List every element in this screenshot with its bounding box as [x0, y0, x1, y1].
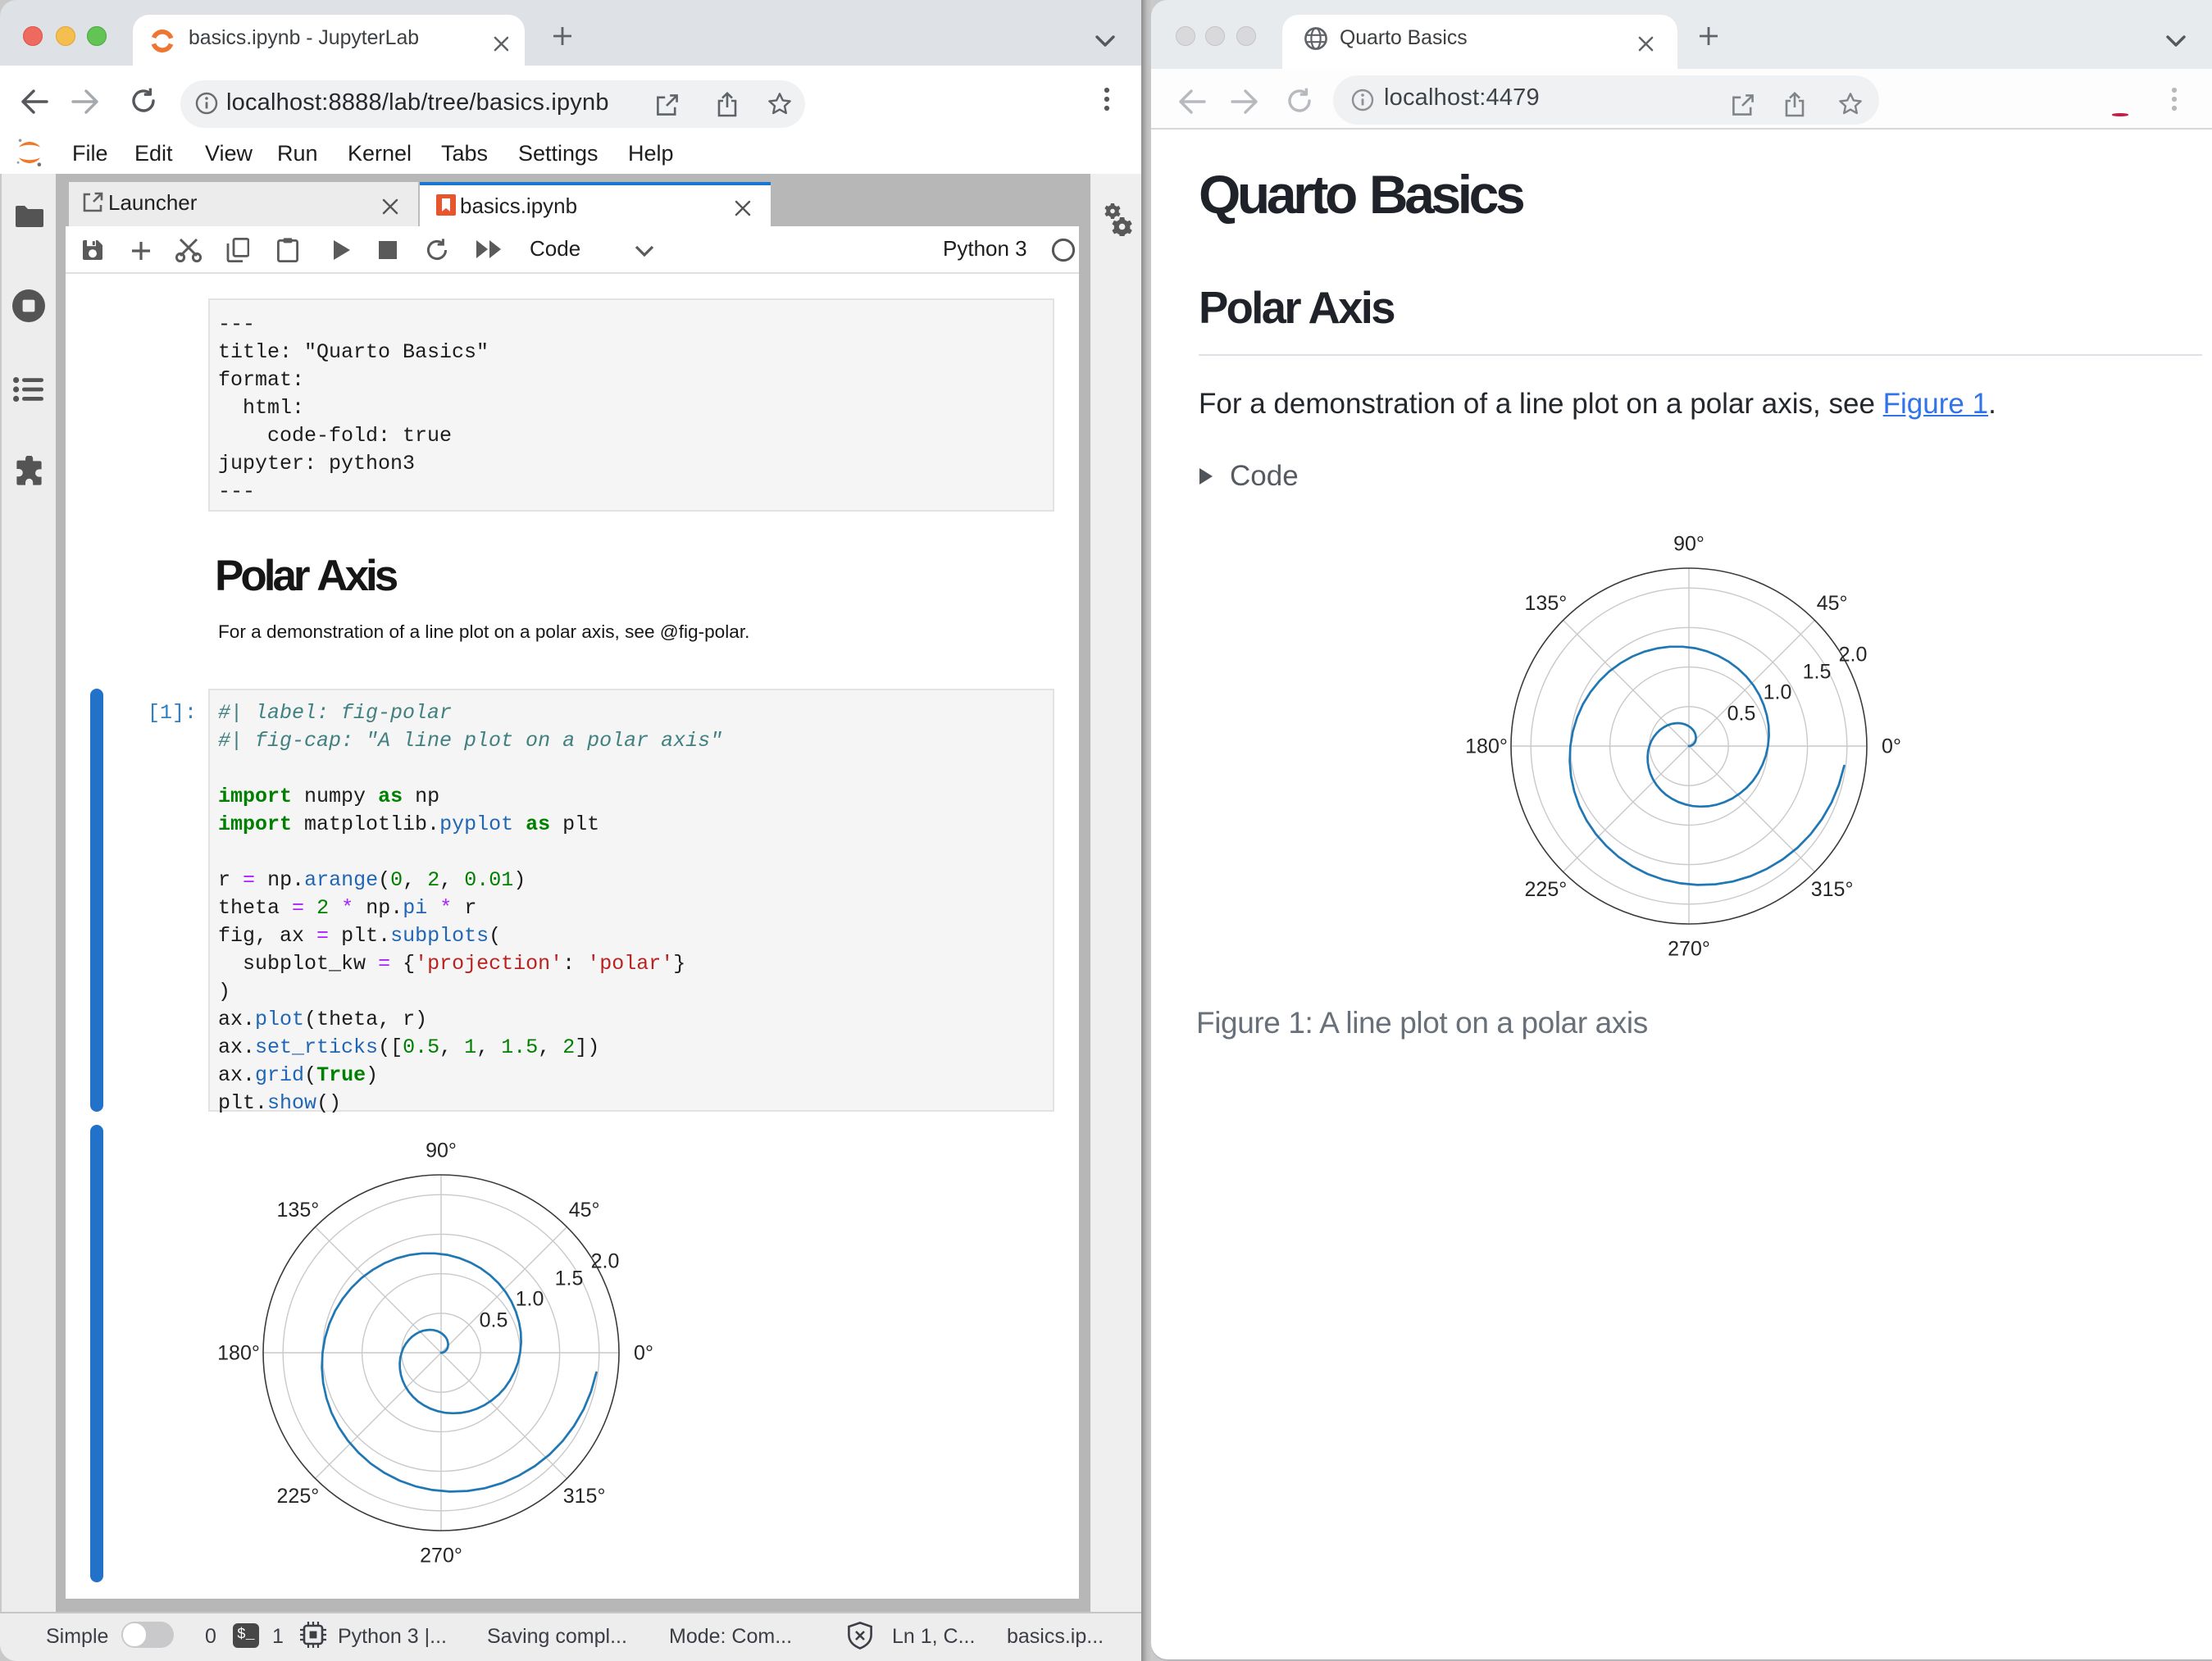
svg-text:1.5: 1.5 — [555, 1267, 584, 1290]
svg-text:315°: 315° — [563, 1485, 606, 1508]
svg-text:0°: 0° — [634, 1342, 653, 1365]
svg-text:45°: 45° — [1817, 592, 1848, 615]
svg-text:270°: 270° — [1668, 938, 1710, 961]
svg-text:90°: 90° — [1673, 533, 1705, 556]
svg-text:180°: 180° — [217, 1342, 260, 1365]
svg-text:0.5: 0.5 — [1727, 703, 1756, 726]
svg-text:0.5: 0.5 — [480, 1309, 508, 1332]
svg-text:135°: 135° — [277, 1199, 320, 1222]
svg-text:225°: 225° — [277, 1485, 320, 1508]
svg-text:1.5: 1.5 — [1803, 661, 1832, 684]
svg-text:2.0: 2.0 — [591, 1250, 620, 1273]
svg-text:135°: 135° — [1525, 592, 1568, 615]
svg-text:45°: 45° — [569, 1199, 600, 1222]
svg-text:180°: 180° — [1465, 735, 1508, 758]
svg-text:225°: 225° — [1525, 878, 1568, 901]
svg-text:0°: 0° — [1882, 735, 1901, 758]
svg-text:90°: 90° — [426, 1140, 457, 1163]
svg-text:1.0: 1.0 — [516, 1288, 544, 1311]
svg-text:1.0: 1.0 — [1764, 681, 1792, 704]
svg-text:2.0: 2.0 — [1839, 644, 1868, 667]
svg-text:270°: 270° — [420, 1545, 462, 1568]
svg-text:315°: 315° — [1811, 878, 1854, 901]
